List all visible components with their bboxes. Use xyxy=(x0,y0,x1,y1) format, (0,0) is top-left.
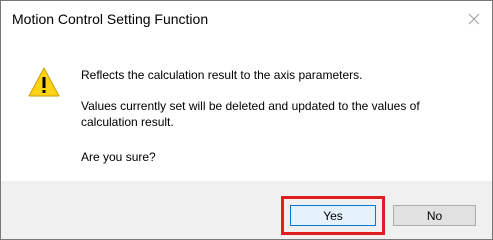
message-line-1: Reflects the calculation result to the a… xyxy=(81,68,363,82)
dialog-content: Reflects the calculation result to the a… xyxy=(1,39,492,181)
no-button[interactable]: No xyxy=(393,205,476,226)
dialog-title: Motion Control Setting Function xyxy=(12,11,209,27)
yes-button[interactable]: Yes xyxy=(290,205,376,226)
button-bar: Yes No xyxy=(1,181,492,239)
message-line-2: Values currently set will be deleted and… xyxy=(81,99,420,129)
warning-icon xyxy=(27,66,61,98)
close-icon[interactable] xyxy=(464,9,484,29)
title-bar: Motion Control Setting Function xyxy=(1,1,492,39)
confirmation-dialog: Motion Control Setting Function Reflects… xyxy=(0,0,493,240)
message-confirm: Are you sure? xyxy=(81,150,156,164)
